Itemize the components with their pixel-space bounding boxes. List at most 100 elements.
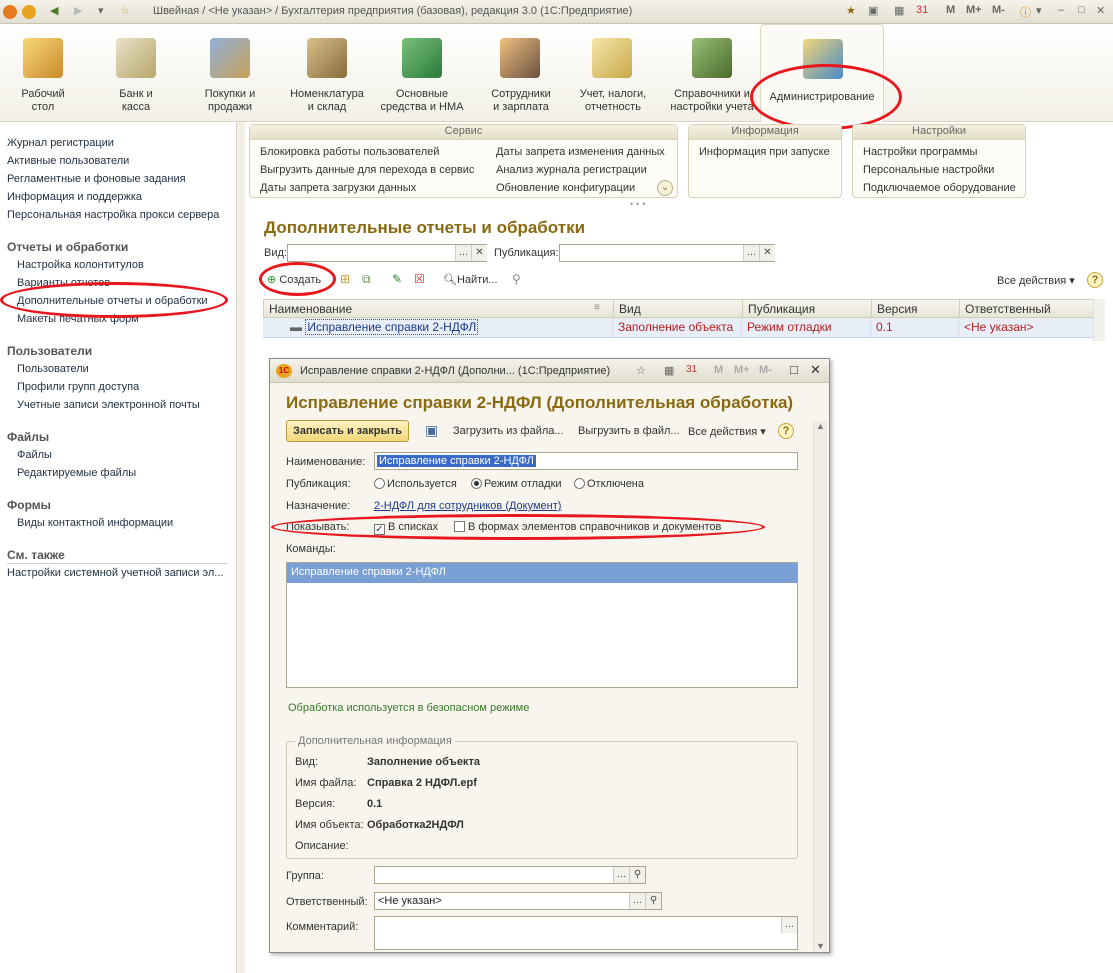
help-icon[interactable]: ? xyxy=(1087,272,1103,288)
nav-splitter[interactable] xyxy=(237,122,245,973)
purpose-link[interactable]: 2-НДФЛ для сотрудников (Документ) xyxy=(374,500,561,512)
section-employees[interactable]: Сотрудники и зарплата xyxy=(480,24,562,122)
info-on-startup[interactable]: Информация при запуске xyxy=(699,146,830,158)
maximize-icon[interactable]: □ xyxy=(1078,4,1085,20)
help-dropdown-icon[interactable]: ▾ xyxy=(1036,4,1042,20)
pub-option-debug[interactable]: Режим отладки xyxy=(471,478,562,490)
scroll-up-icon[interactable]: ▲ xyxy=(814,421,827,431)
scroll-down-icon[interactable]: ▼ xyxy=(814,941,827,951)
nav-item-users[interactable]: Пользователи xyxy=(17,363,89,375)
edit-pencil-icon[interactable]: ✎ xyxy=(392,272,402,286)
history-dropdown-icon[interactable]: ▾ xyxy=(98,4,104,20)
cancel-search-icon[interactable]: ⚲ xyxy=(512,272,521,286)
group-search-icon[interactable]: ⚲ xyxy=(629,867,645,883)
comment-open-icon[interactable]: … xyxy=(781,917,797,933)
service-export-data[interactable]: Выгрузить данные для перехода в сервис xyxy=(260,164,474,176)
section-desktop[interactable]: Рабочий стол xyxy=(3,24,83,122)
filter-kind-field[interactable]: … ✕ xyxy=(287,244,487,262)
calendar-icon[interactable]: 31 xyxy=(916,4,928,20)
delete-mark-icon[interactable]: ☒ xyxy=(414,272,425,286)
save-disk-icon[interactable]: ▣ xyxy=(425,422,438,439)
app-logo-icon[interactable] xyxy=(3,5,17,19)
nav-item-contact-info-kinds[interactable]: Виды контактной информации xyxy=(17,517,173,529)
pub-option-used[interactable]: Используется xyxy=(374,478,457,490)
dialog-help-icon[interactable]: ? xyxy=(778,423,794,439)
minimize-icon[interactable]: – xyxy=(1058,4,1064,20)
section-fixed-assets[interactable]: Основные средства и НМА xyxy=(374,24,470,122)
copy-icon[interactable]: ⧉ xyxy=(362,272,371,287)
filter-kind-select-icon[interactable]: … xyxy=(455,245,471,261)
back-arrow-icon[interactable]: ◀ xyxy=(50,4,58,20)
dialog-mplus-button[interactable]: M+ xyxy=(734,364,750,376)
responsible-select-icon[interactable]: … xyxy=(629,893,645,909)
nav-item-proxy[interactable]: Персональная настройка прокси сервера xyxy=(7,209,219,221)
dialog-calendar-icon[interactable]: 31 xyxy=(686,364,697,375)
comment-input[interactable]: … xyxy=(374,916,798,950)
col-kind[interactable]: Вид xyxy=(614,300,743,319)
section-accounting[interactable]: Учет, налоги, отчетность xyxy=(572,24,654,122)
col-name[interactable]: Наименование xyxy=(264,300,614,319)
nav-item-edited-files[interactable]: Редактируемые файлы xyxy=(17,467,136,479)
dialog-m-button[interactable]: M xyxy=(714,364,723,376)
memory-m-button[interactable]: M xyxy=(946,4,955,20)
load-file-button[interactable]: Загрузить из файла... xyxy=(453,425,564,437)
forward-arrow-icon[interactable]: ▶ xyxy=(74,4,82,20)
settings-program[interactable]: Настройки программы xyxy=(863,146,977,158)
nav-item-info-support[interactable]: Информация и поддержка xyxy=(7,191,142,203)
nav-item-event-log[interactable]: Журнал регистрации xyxy=(7,137,114,149)
dialog-maximize-icon[interactable]: □ xyxy=(790,362,798,377)
memory-mminus-button[interactable]: M- xyxy=(992,4,1005,20)
table-row[interactable]: ▬ Исправление справки 2-НДФЛ Заполнение … xyxy=(263,318,1093,338)
section-purchases[interactable]: Покупки и продажи xyxy=(190,24,270,122)
all-actions-menu[interactable]: Все действия ▾ xyxy=(997,274,1075,287)
main-menu-icon[interactable] xyxy=(22,5,36,19)
pub-option-disabled[interactable]: Отключена xyxy=(574,478,644,490)
section-references[interactable]: Справочники и настройки учета xyxy=(664,24,760,122)
service-load-dates[interactable]: Даты запрета загрузки данных xyxy=(260,182,416,194)
service-edit-dates[interactable]: Даты запрета изменения данных xyxy=(496,146,665,158)
settings-personal[interactable]: Персональные настройки xyxy=(863,164,994,176)
group-input[interactable]: … ⚲ xyxy=(374,866,646,884)
dialog-all-actions[interactable]: Все действия ▾ xyxy=(688,425,766,438)
settings-equipment[interactable]: Подключаемое оборудование xyxy=(863,182,1016,194)
nav-item-email-accounts[interactable]: Учетные записи электронной почты xyxy=(17,399,200,411)
find-button[interactable]: 🔍︎Найти... xyxy=(443,273,498,286)
list-scrollbar[interactable] xyxy=(1093,299,1105,341)
col-version[interactable]: Версия xyxy=(872,300,960,319)
commands-list[interactable]: Исправление справки 2-НДФЛ xyxy=(286,562,798,688)
memory-mplus-button[interactable]: M+ xyxy=(966,4,982,20)
list-item[interactable]: Исправление справки 2-НДФЛ xyxy=(287,563,797,583)
sort-icon[interactable]: ≡ xyxy=(594,302,600,313)
panel-resize-grip[interactable]: ••• xyxy=(630,199,648,209)
dialog-favorite-icon[interactable]: ☆ xyxy=(636,364,646,377)
section-nomenclature[interactable]: Номенклатура и склад xyxy=(284,24,370,122)
nav-item-files[interactable]: Файлы xyxy=(17,449,52,461)
service-block-users[interactable]: Блокировка работы пользователей xyxy=(260,146,439,158)
dialog-calculator-icon[interactable]: ▦ xyxy=(664,364,674,377)
favorite-add-icon[interactable]: ★ xyxy=(846,4,856,20)
group-select-icon[interactable]: … xyxy=(613,867,629,883)
close-icon[interactable]: ✕ xyxy=(1096,4,1105,20)
responsible-input[interactable]: <Не указан> … ⚲ xyxy=(374,892,662,910)
nav-item-system-email[interactable]: Настройки системной учетной записи эл... xyxy=(7,567,223,579)
favorites-star-icon[interactable]: ☆ xyxy=(120,4,130,20)
create-group-icon[interactable]: ⊞ xyxy=(340,272,350,286)
service-update-config[interactable]: Обновление конфигурации xyxy=(496,182,635,194)
save-close-button[interactable]: Записать и закрыть xyxy=(286,420,410,442)
service-log-analysis[interactable]: Анализ журнала регистрации xyxy=(496,164,647,176)
filter-pub-field[interactable]: … ✕ xyxy=(559,244,775,262)
col-publication[interactable]: Публикация xyxy=(743,300,872,319)
dialog-close-icon[interactable]: ✕ xyxy=(810,362,821,378)
col-responsible[interactable]: Ответственный xyxy=(960,300,1106,319)
section-bank[interactable]: Банк и касса xyxy=(96,24,176,122)
dialog-mminus-button[interactable]: M- xyxy=(759,364,772,376)
responsible-search-icon[interactable]: ⚲ xyxy=(645,893,661,909)
help-info-icon[interactable]: ⓘ xyxy=(1020,4,1031,20)
name-input[interactable]: Исправление справки 2-НДФЛ xyxy=(374,452,798,470)
nav-item-active-users[interactable]: Активные пользователи xyxy=(7,155,129,167)
filter-pub-select-icon[interactable]: … xyxy=(743,245,759,261)
nav-item-access-profiles[interactable]: Профили групп доступа xyxy=(17,381,139,393)
dialog-scrollbar[interactable]: ▲ ▼ xyxy=(813,421,827,951)
nav-item-headers-footers[interactable]: Настройка колонтитулов xyxy=(17,259,144,271)
filter-pub-clear-icon[interactable]: ✕ xyxy=(759,245,775,261)
